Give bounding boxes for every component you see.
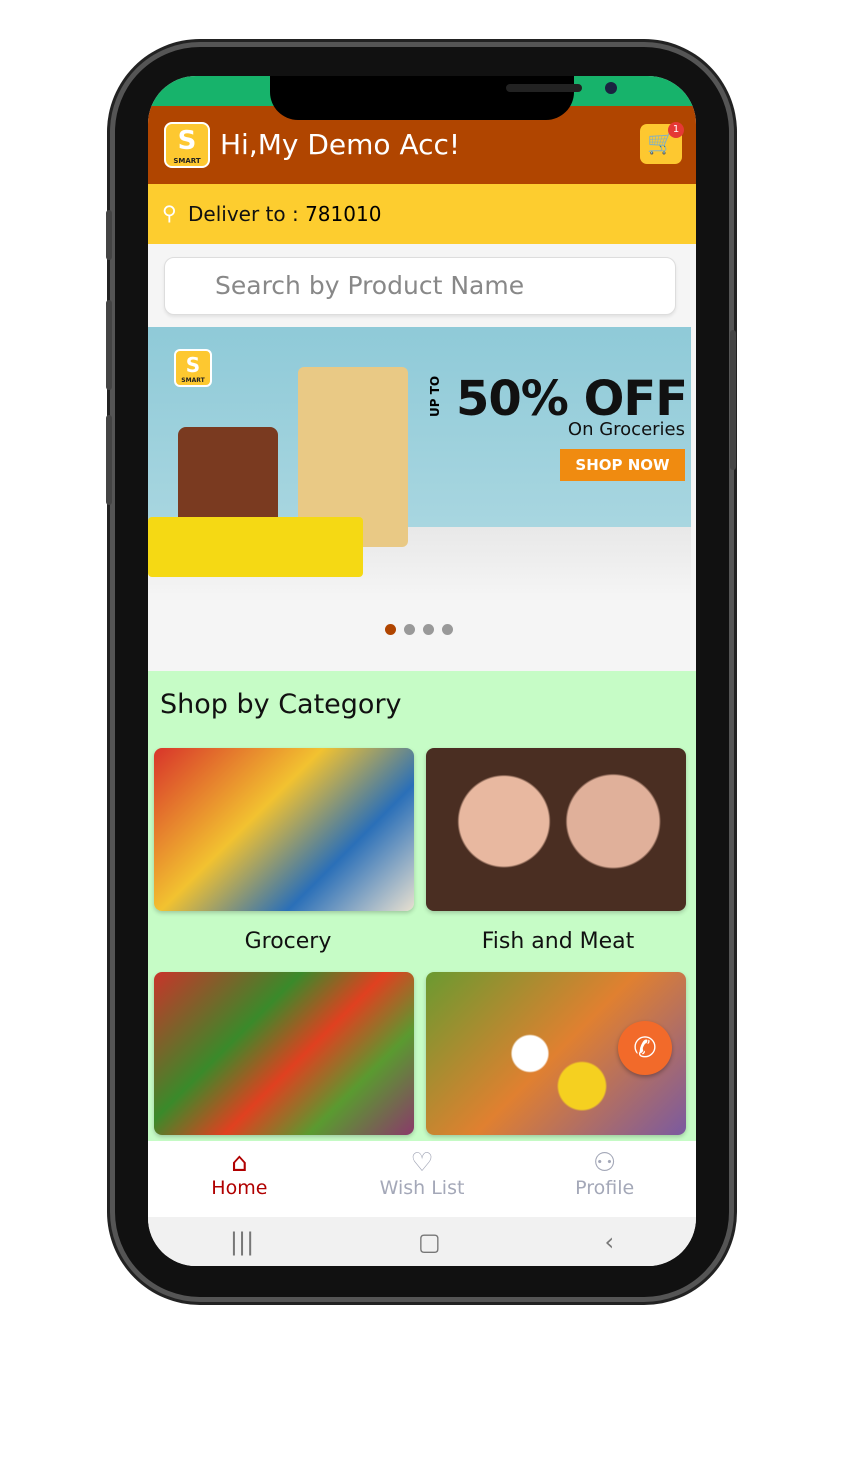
app-screen: S SMART Hi,My Demo Acc! 🛒 1 ⚲ Deliver to :… [148,76,696,1266]
nav-label: Profile [575,1177,635,1199]
category-label: Fish and Meat [481,929,635,954]
phone-button [730,330,736,470]
nav-label: Home [211,1177,268,1199]
banner-logo: S SMART [174,349,212,387]
nav-label: Wish List [379,1177,465,1199]
delivery-bar[interactable]: ⚲ Deliver to : 781010 [148,184,696,244]
nav-profile[interactable]: ⚇ Profile [513,1141,696,1217]
category-grocery[interactable] [154,748,414,911]
camera [605,82,617,94]
home-button-icon[interactable]: ▢ [418,1228,441,1256]
nav-wishlist[interactable]: ♡ Wish List [331,1141,514,1217]
carousel-dot[interactable] [423,624,434,635]
carousel-dot[interactable] [442,624,453,635]
category-vegetables[interactable] [154,972,414,1135]
whatsapp-icon: ✆ [633,1031,657,1064]
search-input[interactable]: Search by Product Name [164,257,676,315]
banner-upto: UP TO [428,375,442,417]
carousel-dot[interactable] [404,624,415,635]
cart-badge: 1 [668,122,684,138]
speaker [506,84,582,92]
carousel-dots [385,624,453,635]
system-nav-bar: ||| ▢ ‹ [148,1217,696,1266]
shop-now-button[interactable]: SHOP NOW [560,449,685,481]
recents-icon[interactable]: ||| [230,1228,254,1256]
phone-button [106,210,112,260]
phone-button [106,415,112,505]
back-icon[interactable]: ‹ [604,1228,614,1256]
cart-button[interactable]: 🛒 1 [640,122,684,164]
category-section: Shop by Category Grocery Fish and Meat [148,671,696,1141]
carousel-dot[interactable] [385,624,396,635]
phone-button [106,300,112,390]
pincode: 781010 [305,202,382,226]
app-logo: S SMART [164,122,210,168]
category-label: Grocery [244,929,332,954]
whatsapp-button[interactable]: ✆ [618,1021,672,1075]
nav-home[interactable]: ⌂ Home [148,1141,331,1217]
deliver-label: Deliver to : [188,202,306,226]
greeting-title: Hi,My Demo Acc! [220,128,461,161]
banner-subline: On Groceries [567,419,685,440]
promo-banner[interactable]: S SMART UP TO 50% OFF On Groceries SHOP N… [148,327,691,593]
category-fish-meat[interactable] [426,748,686,911]
section-title: Shop by Category [160,689,402,720]
notch [270,76,617,120]
home-icon: ⌂ [231,1148,248,1178]
product-image [178,427,278,527]
product-image [148,517,363,577]
heart-icon: ♡ [410,1148,434,1178]
location-pin-icon: ⚲ [162,201,177,225]
person-icon: ⚇ [593,1148,617,1178]
bottom-nav: ⌂ Home ♡ Wish List ⚇ Profile [148,1141,696,1217]
